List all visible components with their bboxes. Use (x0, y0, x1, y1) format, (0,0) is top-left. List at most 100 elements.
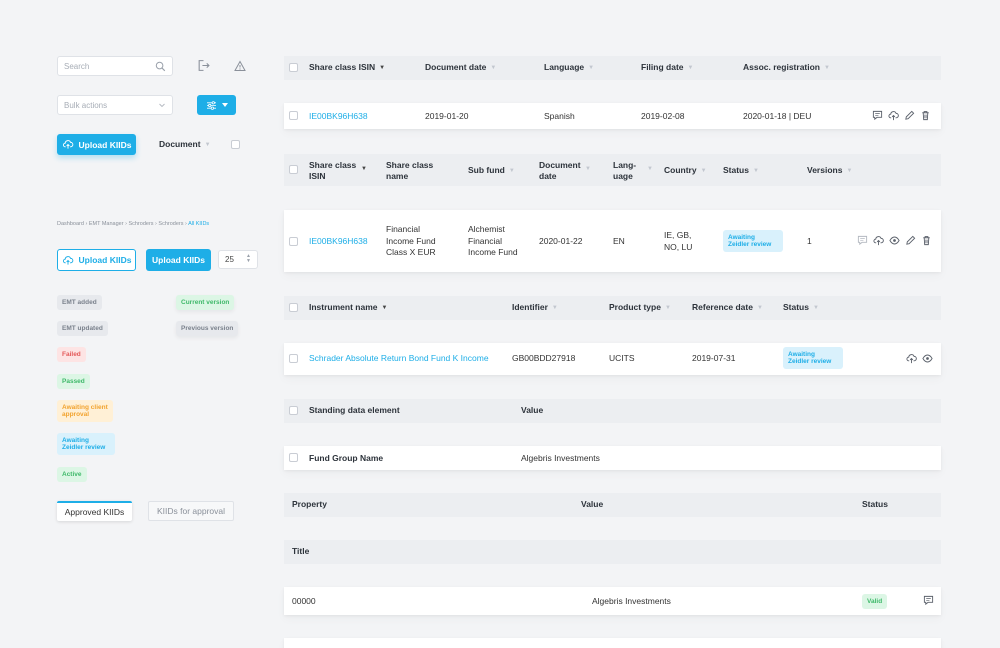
tab-approved-kiids-label: Approved KIIDs (64, 507, 125, 517)
col-share-class-isin[interactable]: Share class ISIN ▼ (309, 62, 385, 74)
select-all-checkbox[interactable] (289, 165, 298, 174)
table2-row[interactable]: IE00BK96H638 Financial Income Fund Class… (284, 210, 941, 272)
col-standing-data-element: Standing data element (309, 405, 400, 415)
trash-icon[interactable] (921, 235, 932, 246)
col-share-class-isin[interactable]: Share class ISIN ▼ (309, 160, 371, 182)
badge-awaiting-client-approval: Awaiting client approval (57, 400, 113, 422)
col-assoc-registration[interactable]: Assoc. registration ▼ (743, 62, 830, 74)
comment-icon[interactable] (872, 110, 883, 121)
badge-current-version: Current version (176, 295, 235, 310)
breadcrumb-item[interactable]: Schroders (128, 221, 153, 227)
page-size-select[interactable]: 25 ▲ ▼ (218, 250, 258, 269)
col-status[interactable]: Status ▼ (723, 165, 759, 177)
col-product-type[interactable]: Product type ▼ (609, 302, 671, 314)
comment-icon[interactable] (923, 595, 934, 606)
col-value: Value (521, 405, 544, 415)
col-language[interactable]: Lang-uage ▼ (613, 160, 653, 182)
table2-header: Share class ISIN ▼ Share class name Sub f… (284, 154, 941, 186)
col-status[interactable]: Status ▼ (783, 302, 819, 314)
col-value: Value (581, 499, 604, 509)
cloud-upload-icon[interactable] (873, 235, 884, 246)
filter-settings-button[interactable] (197, 95, 236, 115)
col-reference-date[interactable]: Reference date ▼ (692, 302, 763, 314)
table4-header: Standing data element Value (284, 399, 941, 423)
isin-link[interactable]: IE00BK96H638 (309, 111, 368, 123)
row-checkbox[interactable] (289, 111, 298, 120)
isin-link[interactable]: IE00BK96H638 (309, 236, 368, 248)
property: 00000 (292, 596, 316, 606)
page-size-value: 25 (225, 255, 234, 264)
edit-icon[interactable] (905, 235, 916, 246)
cloud-upload-icon[interactable] (888, 110, 899, 121)
badge-passed: Passed (57, 374, 90, 389)
comment-icon[interactable] (857, 235, 868, 246)
standing-data-element: Fund Group Name (309, 453, 384, 463)
section-title: Title (292, 546, 310, 556)
upload-kiids-outline-label: Upload KIIDs (78, 255, 132, 265)
table1-header: Share class ISIN ▼ Document date ▼ Languag… (284, 56, 941, 80)
row-actions (923, 595, 934, 606)
status-badge: Awaiting Zeidler review (783, 347, 843, 369)
col-share-class-name[interactable]: Share class name (386, 160, 434, 182)
row-checkbox[interactable] (289, 453, 298, 462)
col-versions[interactable]: Versions ▼ (807, 165, 852, 177)
sliders-icon (206, 100, 216, 110)
document-checkbox[interactable] (231, 140, 240, 149)
eye-icon[interactable] (889, 235, 900, 246)
search-input[interactable]: Search (57, 56, 173, 76)
instrument-name-link[interactable]: Schrader Absolute Return Bond Fund K Inc… (309, 353, 489, 365)
col-document-date[interactable]: Document date ▼ (425, 62, 496, 74)
table4-row[interactable]: Fund Group Name Algebris Investments (284, 446, 941, 470)
col-status: Status (862, 499, 888, 509)
caret-down-icon (221, 103, 228, 107)
table3-row[interactable]: Schrader Absolute Return Bond Fund K Inc… (284, 343, 941, 375)
badge-emt-updated: EMT updated (57, 321, 108, 336)
col-identifier[interactable]: Identifier ▼ (512, 302, 558, 314)
select-all-checkbox[interactable] (289, 63, 298, 72)
upload-kiids-outline-button[interactable]: Upload KIIDs (57, 249, 136, 271)
col-language[interactable]: Language ▼ (544, 62, 594, 74)
trash-icon[interactable] (920, 110, 931, 121)
tab-approved-kiids[interactable]: Approved KIIDs (57, 501, 132, 521)
bulk-actions-select[interactable]: Bulk actions (57, 95, 173, 115)
badge-emt-added: EMT added (57, 295, 102, 310)
col-instrument-name[interactable]: Instrument name ▼ (309, 302, 387, 314)
share-class-name: Financial Income Fund Class X EUR (386, 224, 436, 257)
row-checkbox[interactable] (289, 354, 298, 363)
tab-kiids-for-approval-label: KIIDs for approval (156, 506, 226, 516)
col-sub-fund[interactable]: Sub fund ▼ (468, 165, 515, 177)
upload-kiids-button[interactable]: Upload KIIDs (57, 134, 136, 155)
search-placeholder: Search (64, 61, 90, 71)
badge-awaiting-zeidler-review: Awaiting Zeidler review (57, 433, 115, 455)
eye-icon[interactable] (922, 353, 933, 364)
document-dropdown[interactable]: Document ▼ (159, 139, 211, 149)
warning-icon[interactable] (234, 60, 246, 72)
document-date: 2020-01-22 (539, 236, 583, 246)
row-actions (857, 235, 932, 246)
row-actions (872, 110, 931, 121)
language: EN (613, 236, 625, 246)
tab-kiids-for-approval[interactable]: KIIDs for approval (148, 501, 234, 521)
cloud-upload-icon (62, 140, 73, 149)
filing-date: 2019-02-08 (641, 111, 685, 121)
breadcrumb-item[interactable]: Dashboard (57, 221, 84, 227)
property-value: Algebris Investments (592, 596, 671, 606)
badge-previous-version: Previous version (176, 321, 239, 336)
col-filing-date[interactable]: Filing date ▼ (641, 62, 693, 74)
table5-row[interactable]: 00000 Algebris Investments Valid (284, 587, 941, 615)
col-country[interactable]: Country ▼ (664, 165, 707, 177)
assoc-registration: 2020-01-18 | DEU (743, 111, 812, 121)
select-all-checkbox[interactable] (289, 303, 298, 312)
table1-row[interactable]: IE00BK96H638 2019-01-20 Spanish 2019-02-… (284, 103, 941, 129)
select-all-checkbox[interactable] (289, 406, 298, 415)
row-checkbox[interactable] (289, 237, 298, 246)
table5-header: Property Value Status (284, 493, 941, 517)
upload-kiids-primary-button[interactable]: Upload KIIDs (146, 249, 211, 271)
logout-icon[interactable] (197, 59, 210, 72)
cloud-upload-icon[interactable] (906, 353, 917, 364)
col-document-date[interactable]: Document date ▼ (539, 160, 591, 182)
edit-icon[interactable] (904, 110, 915, 121)
breadcrumb-item[interactable]: EMT Manager (89, 221, 124, 227)
sub-fund: Alchemist Financial Income Fund (468, 224, 518, 257)
breadcrumb-item[interactable]: Schroders (158, 221, 183, 227)
